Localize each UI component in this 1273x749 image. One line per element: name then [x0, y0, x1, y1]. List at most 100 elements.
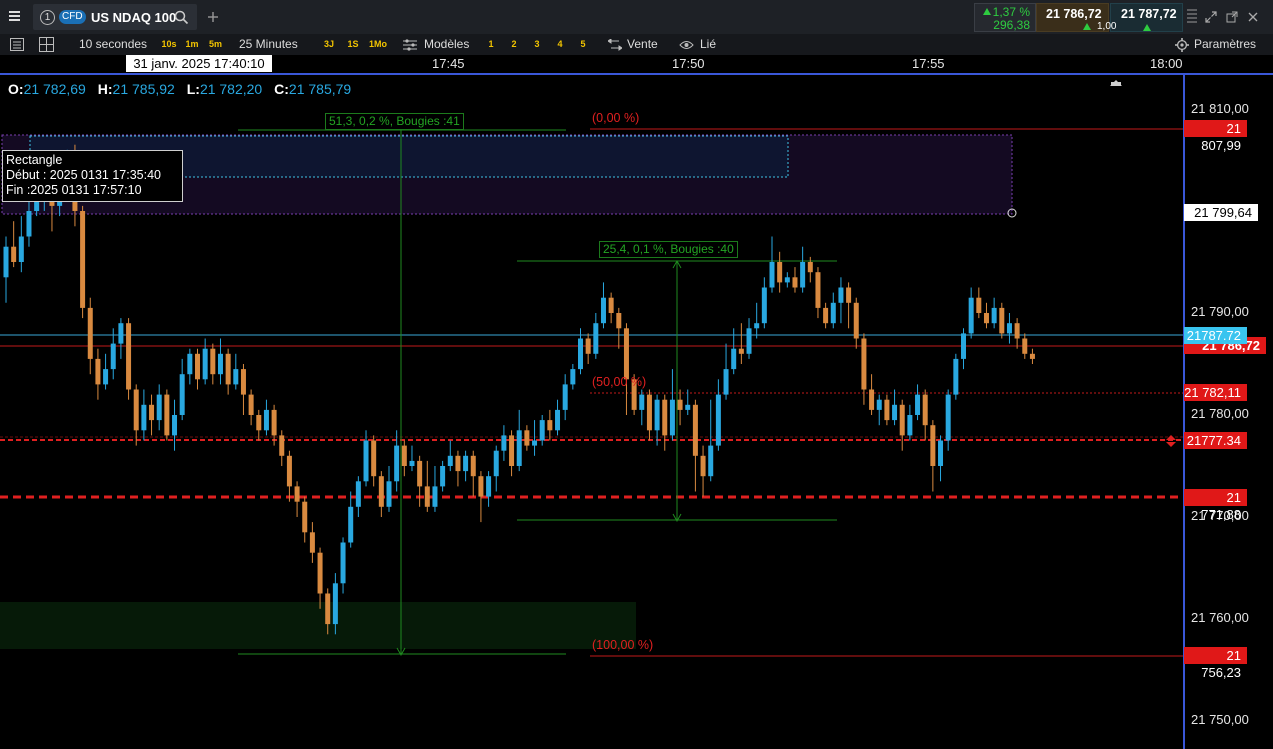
- rect-level-price-box[interactable]: 21 799,64: [1184, 204, 1258, 221]
- candle-body: [915, 394, 921, 415]
- period-1mo[interactable]: 1Mo: [366, 37, 390, 52]
- candle-body: [470, 455, 476, 477]
- scroll-handle-icon[interactable]: [1186, 7, 1198, 27]
- close-icon[interactable]: [1247, 11, 1259, 23]
- candle-body: [432, 486, 438, 507]
- candle-body: [838, 287, 844, 303]
- candle-body: [294, 486, 300, 502]
- interval-dropdown[interactable]: 10 secondes: [79, 34, 147, 55]
- candle-body: [600, 297, 606, 324]
- fib-top-price-box[interactable]: 21 807,99: [1184, 120, 1247, 153]
- candle-body: [853, 302, 859, 339]
- spread-up-icon: [1083, 23, 1091, 30]
- fib-100-label: (100,00 %): [592, 638, 654, 652]
- low-value: 21 782,20: [199, 81, 263, 97]
- candle-body: [983, 313, 989, 324]
- linked-menu[interactable]: Lié: [700, 34, 716, 55]
- close-value: 21 785,79: [288, 81, 352, 97]
- candle-body: [263, 409, 269, 431]
- dashed-level-price-box[interactable]: 21 771,88: [1184, 489, 1247, 522]
- candle-body: [332, 583, 338, 625]
- time-tick: 17:45: [432, 56, 465, 71]
- ohlc-readout: O:21 782,69 H:21 785,92 L:21 782,20 C:21…: [8, 81, 351, 97]
- candle-body: [256, 415, 262, 431]
- candle-body: [501, 435, 507, 451]
- expand-icon[interactable]: [1205, 11, 1217, 23]
- candle-body: [539, 420, 545, 441]
- interval-1m[interactable]: 1m: [183, 37, 201, 52]
- candle-body: [723, 369, 729, 395]
- fib-mid-price-box[interactable]: 21 782,11: [1184, 384, 1247, 401]
- candle-body: [907, 415, 913, 436]
- interval-5m[interactable]: 5m: [206, 37, 225, 52]
- candle-body: [195, 353, 200, 380]
- candle-body: [692, 404, 698, 456]
- sell-menu[interactable]: Vente: [627, 34, 658, 55]
- panel-toggle-icon[interactable]: [10, 38, 24, 51]
- candle-body: [355, 481, 361, 507]
- alert-marker-icon[interactable]: [1164, 434, 1178, 448]
- popout-icon[interactable]: [1226, 11, 1238, 23]
- candle-body: [210, 348, 216, 375]
- candle-body: [562, 384, 568, 410]
- candle-body: [202, 348, 208, 380]
- fib-bottom-price-box[interactable]: 21 756,23: [1184, 647, 1247, 680]
- candle-body: [286, 455, 292, 487]
- price-tick: 21 760,00: [1191, 610, 1249, 625]
- settings-button[interactable]: Paramètres: [1194, 34, 1256, 55]
- plus-icon: [208, 12, 218, 22]
- menu-button[interactable]: [6, 9, 24, 25]
- time-tick: 17:55: [912, 56, 945, 71]
- candle-body: [386, 481, 392, 507]
- slot-1[interactable]: 1: [484, 37, 498, 52]
- candle-body: [309, 532, 315, 553]
- slot-2[interactable]: 2: [507, 37, 521, 52]
- candle-body: [976, 297, 982, 313]
- change-pct: 1,37 %: [992, 5, 1030, 19]
- add-tab-button[interactable]: [204, 8, 222, 26]
- candle-body: [524, 430, 530, 446]
- candle-body: [394, 445, 400, 482]
- candle-body: [447, 455, 453, 466]
- search-icon[interactable]: [174, 10, 189, 25]
- candle-body: [922, 394, 928, 426]
- candle-body: [401, 445, 407, 466]
- close-label: C:: [274, 81, 289, 97]
- models-menu[interactable]: Modèles: [424, 34, 469, 55]
- time-tick: 18:00: [1150, 56, 1183, 71]
- candle-body: [118, 323, 124, 344]
- spread-indicator: 1,00: [1083, 21, 1125, 33]
- open-label: O:: [8, 81, 24, 97]
- candle-body: [95, 358, 101, 385]
- change-abs: 296,38: [993, 18, 1030, 32]
- candle-body: [493, 450, 499, 477]
- candle-body: [953, 358, 959, 395]
- candle-body: [164, 394, 170, 436]
- sell-icon: [608, 39, 622, 51]
- slot-3[interactable]: 3: [530, 37, 544, 52]
- instrument-tab[interactable]: 1 CFD US NDAQ 100: [33, 4, 197, 30]
- rectangle-start: Début : 2025 0131 17:35:40: [6, 168, 161, 182]
- period-1s[interactable]: 1S: [343, 37, 363, 52]
- candle-body: [325, 593, 331, 625]
- candle-body: [248, 394, 254, 415]
- slot-4[interactable]: 4: [553, 37, 567, 52]
- candle-body: [3, 246, 9, 278]
- candle-body: [807, 262, 813, 273]
- scroll-home-base: [1111, 82, 1121, 86]
- interval-10s[interactable]: 10s: [159, 37, 179, 52]
- fib-0-label: (0,00 %): [592, 111, 640, 125]
- bid-price: 21 786,72: [1046, 7, 1102, 21]
- candle-body: [754, 323, 760, 329]
- period-3j[interactable]: 3J: [319, 37, 339, 52]
- ask-price: 21 787,72: [1121, 7, 1177, 21]
- candle-body: [585, 338, 591, 354]
- cursor-date-label: 31 janv. 2025 17:40:10: [126, 55, 272, 72]
- layout-grid-icon[interactable]: [39, 37, 54, 52]
- price-tick: 21 810,00: [1191, 101, 1249, 116]
- period-dropdown[interactable]: 25 Minutes: [239, 34, 298, 55]
- candle-body: [761, 287, 767, 324]
- slot-5[interactable]: 5: [576, 37, 590, 52]
- alert-price-box[interactable]: 21777.34: [1184, 432, 1247, 449]
- candle-body: [876, 399, 882, 410]
